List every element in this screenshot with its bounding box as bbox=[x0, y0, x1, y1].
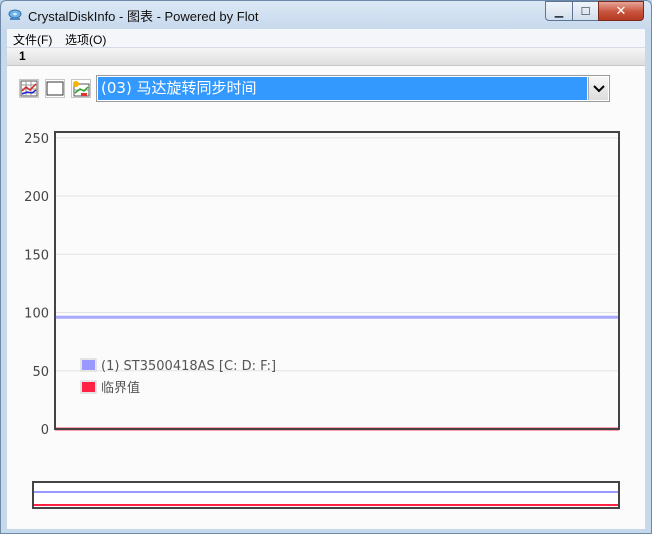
drive-tab-strip: 1 bbox=[7, 48, 645, 66]
y-tick-label: 100 bbox=[24, 307, 49, 322]
y-tick-label: 50 bbox=[32, 365, 49, 380]
legend-label-2: 临界值 bbox=[101, 380, 140, 396]
multi-chart-button[interactable] bbox=[19, 79, 39, 98]
attribute-select-value: (03) 马达旋转同步时间 bbox=[98, 77, 587, 100]
legend-swatch-1 bbox=[82, 360, 95, 370]
legend-swatch-2 bbox=[82, 382, 95, 392]
y-tick-label: 0 bbox=[41, 423, 49, 438]
chart-panel: (03) 马达旋转同步时间 0 50 100 150 200 250 (1) ST3500… bbox=[7, 66, 645, 529]
title-bar[interactable]: CrystalDiskInfo - 图表 - Powered by Flot ▁… bbox=[1, 1, 651, 29]
menu-file[interactable]: 文件(F) bbox=[13, 31, 52, 48]
attribute-select[interactable]: (03) 马达旋转同步时间 bbox=[96, 75, 610, 102]
chart-multi-icon bbox=[20, 80, 38, 97]
y-tick-label: 150 bbox=[24, 248, 49, 263]
close-button[interactable]: ✕ bbox=[598, 1, 644, 21]
menu-options[interactable]: 选项(O) bbox=[65, 31, 106, 48]
minimize-button[interactable]: ▁ bbox=[545, 1, 573, 21]
main-window: CrystalDiskInfo - 图表 - Powered by Flot ▁… bbox=[0, 0, 652, 534]
close-icon: ✕ bbox=[615, 3, 627, 19]
overview-chart[interactable] bbox=[7, 478, 645, 518]
chevron-down-icon bbox=[592, 84, 605, 92]
y-tick-label: 250 bbox=[24, 132, 49, 147]
menu-bar: 文件(F) 选项(O) bbox=[7, 29, 645, 48]
refresh-chart-button[interactable] bbox=[71, 79, 91, 98]
blank-frame-icon bbox=[46, 81, 64, 96]
maximize-button[interactable]: ☐ bbox=[572, 1, 599, 21]
tab-drive-1[interactable]: 1 bbox=[19, 49, 26, 63]
single-frame-button[interactable] bbox=[45, 79, 65, 98]
legend-label-1: (1) ST3500418AS [C: D: F:] bbox=[101, 359, 276, 374]
y-tick-label: 200 bbox=[24, 190, 49, 205]
crystaldiskinfo-app-icon bbox=[8, 9, 22, 20]
select-dropdown-button[interactable] bbox=[588, 77, 608, 100]
minimize-icon: ▁ bbox=[554, 4, 564, 18]
chart-refresh-icon bbox=[73, 81, 90, 97]
window-title: CrystalDiskInfo - 图表 - Powered by Flot bbox=[28, 9, 259, 24]
maximize-icon: ☐ bbox=[580, 4, 591, 18]
smart-attribute-chart: 0 50 100 150 200 250 (1) ST3500418AS [C: D: F… bbox=[24, 131, 620, 438]
